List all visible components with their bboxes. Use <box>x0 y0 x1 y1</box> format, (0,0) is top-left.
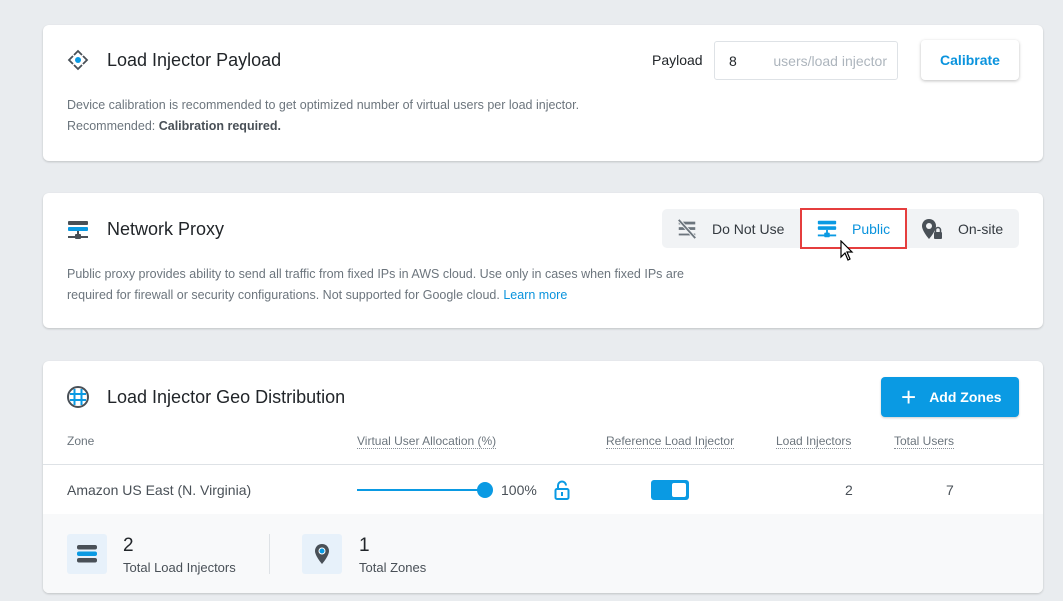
description-line: Public proxy provides ability to send al… <box>67 267 684 281</box>
total-zones-value: 1 <box>359 535 370 556</box>
option-label: On-site <box>958 220 1004 237</box>
allocation-slider-handle[interactable] <box>477 482 493 498</box>
add-zones-button[interactable]: + Add Zones <box>881 377 1019 417</box>
column-header-reference: Reference Load Injector <box>606 434 735 449</box>
globe-icon <box>67 386 89 408</box>
server-network-icon <box>68 221 88 239</box>
unlock-icon[interactable] <box>554 480 570 500</box>
add-zones-label: Add Zones <box>929 389 1002 405</box>
summary-bar: 2 Total Load Injectors 1 Total Zones <box>43 514 1043 593</box>
calibrate-button[interactable]: Calibrate <box>921 40 1019 80</box>
proxy-option-on-site[interactable]: On-site <box>920 209 1003 248</box>
stat-icon-box <box>302 534 342 574</box>
total-users-count: 7 <box>946 482 954 498</box>
total-zones-label: Total Zones <box>359 560 427 575</box>
map-pin-icon <box>315 544 329 564</box>
column-header-zone: Zone <box>67 434 95 448</box>
server-off-icon <box>677 218 697 239</box>
card-title: Network Proxy <box>107 219 225 239</box>
network-proxy-card: Network Proxy Do Not Use Public On-site … <box>43 193 1043 328</box>
stat-divider <box>269 534 270 574</box>
description-text: required for firewall or security config… <box>67 288 500 302</box>
proxy-option-do-not-use[interactable]: Do Not Use <box>676 209 784 248</box>
payload-description: Device calibration is recommended to get… <box>67 95 579 137</box>
total-load-injectors-label: Total Load Injectors <box>123 560 236 575</box>
option-label: Do Not Use <box>712 220 785 237</box>
toggle-knob <box>672 483 686 497</box>
allocation-slider-track[interactable] <box>357 489 485 491</box>
recommended-value: Calibration required. <box>158 119 281 133</box>
description-line: required for firewall or security config… <box>67 285 684 306</box>
plus-icon: + <box>901 382 917 412</box>
payload-unit: users/load injector <box>773 53 887 69</box>
stat-icon-box <box>67 534 107 574</box>
column-header-total-users: Total Users <box>894 434 955 449</box>
geo-distribution-card: Load Injector Geo Distribution + Add Zon… <box>43 361 1043 593</box>
option-label: Public <box>852 220 891 237</box>
description-line: Device calibration is recommended to get… <box>67 98 580 112</box>
zone-name: Amazon US East (N. Virginia) <box>67 482 252 498</box>
learn-more-link[interactable]: Learn more <box>503 288 567 302</box>
payload-input[interactable]: 8 users/load injector <box>714 41 898 80</box>
payload-value[interactable]: 8 <box>729 53 737 69</box>
payload-label: Payload <box>652 52 703 68</box>
move-arrows-icon <box>67 49 89 71</box>
server-stack-icon <box>77 545 97 563</box>
reference-injector-toggle[interactable] <box>651 480 689 500</box>
recommendation: Recommended: Calibration required. <box>67 116 579 137</box>
server-network-icon <box>817 220 837 237</box>
location-lock-icon <box>922 218 942 239</box>
allocation-percent: 100% <box>501 482 537 498</box>
card-title: Load Injector Geo Distribution <box>107 387 346 407</box>
column-header-load-injectors: Load Injectors <box>776 434 852 449</box>
proxy-description: Public proxy provides ability to send al… <box>67 264 684 306</box>
recommended-label: Recommended: <box>67 119 156 133</box>
mouse-cursor-icon <box>840 240 854 261</box>
row-divider <box>43 464 1043 465</box>
load-injectors-count: 2 <box>845 482 853 498</box>
payload-card: Load Injector Payload Payload 8 users/lo… <box>43 25 1043 161</box>
column-header-allocation: Virtual User Allocation (%) <box>357 434 497 449</box>
card-title: Load Injector Payload <box>107 50 282 70</box>
total-load-injectors-value: 2 <box>123 535 134 556</box>
